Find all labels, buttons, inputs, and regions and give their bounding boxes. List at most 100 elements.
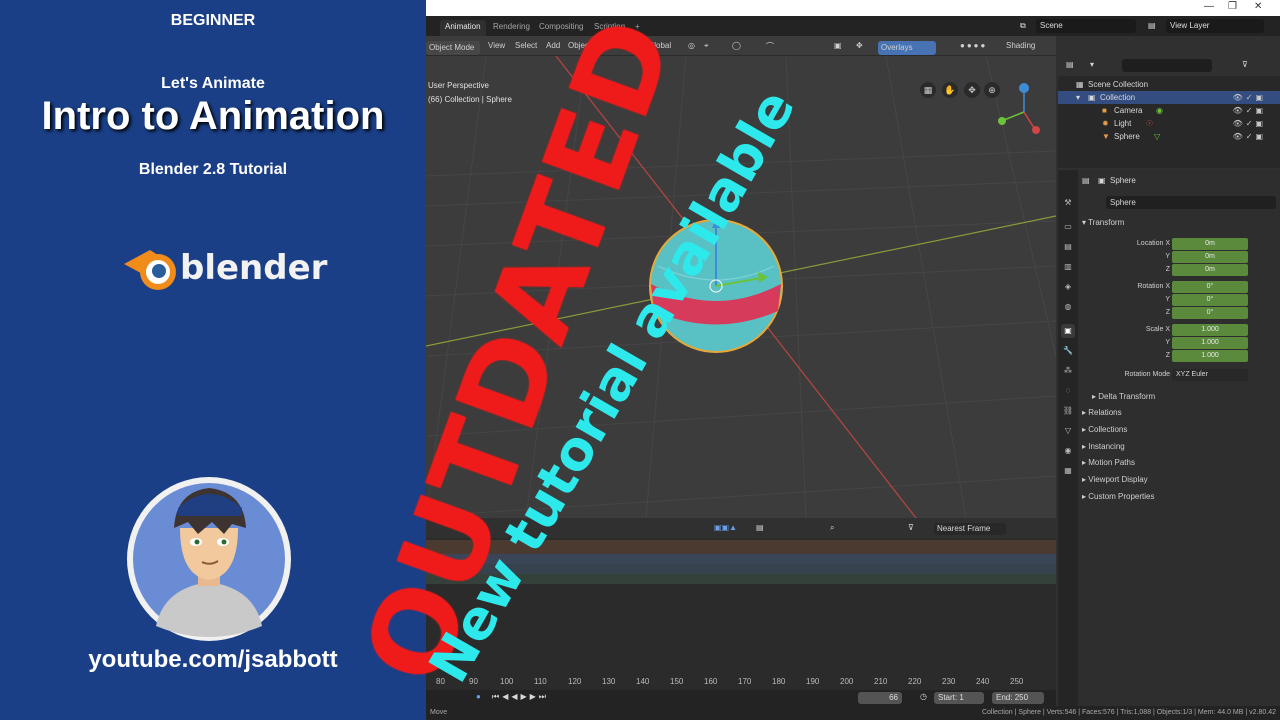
start-frame-field[interactable]: Start: 1 — [934, 692, 984, 704]
material-tab-icon[interactable]: ◉ — [1061, 444, 1075, 458]
delta-transform-header[interactable]: ▸ Delta Transform — [1092, 392, 1155, 401]
outliner-row-collection[interactable]: ▾ ▣ Collection 👁✓▣ — [1058, 91, 1280, 104]
location-y-field[interactable]: 0m — [1172, 251, 1248, 263]
playback-controls-icon[interactable]: ⏮◀◀▶▶⏭ — [492, 692, 549, 702]
mode-select[interactable]: Object Mode — [426, 41, 480, 55]
transform-panel-header[interactable]: ▾ Transform — [1082, 218, 1124, 227]
frame-tick: 210 — [874, 677, 888, 686]
tab-animation[interactable]: Animation — [440, 20, 486, 36]
view-object-types-icon[interactable]: ▣ — [834, 41, 842, 50]
panel-title: Collections — [1088, 425, 1128, 434]
end-frame-field[interactable]: End: 250 — [992, 692, 1044, 704]
constraints-tab-icon[interactable]: ⛓ — [1061, 404, 1075, 418]
keying-set-icon[interactable]: ▤ — [756, 523, 764, 532]
panel-collections[interactable]: ▸ Collections — [1082, 425, 1127, 434]
world-tab-icon[interactable]: ◍ — [1061, 300, 1075, 314]
falloff-icon[interactable]: ⌒ — [766, 41, 774, 52]
proportional-icon[interactable]: ◯ — [732, 41, 741, 50]
gizmo-icon[interactable]: ✥ — [856, 41, 863, 50]
rotation-mode-select[interactable]: XYZ Euler — [1172, 369, 1248, 381]
scale-x-field[interactable]: 1.000 — [1172, 324, 1248, 336]
location-x-field[interactable]: 0m — [1172, 238, 1248, 250]
object-tab-icon[interactable]: ▣ — [1061, 324, 1075, 338]
panel-title: Motion Paths — [1088, 458, 1135, 467]
view-layer-tab-icon[interactable]: ▥ — [1061, 260, 1075, 274]
location-z-label: Z — [1165, 266, 1170, 273]
rotation-y-field[interactable]: 0° — [1172, 294, 1248, 306]
visibility-icons[interactable]: 👁✓▣ — [1233, 117, 1266, 130]
current-frame-field[interactable]: 66 — [858, 692, 902, 704]
minimize-button[interactable]: — — [1204, 1, 1214, 12]
snap-select[interactable]: Nearest Frame — [934, 523, 1006, 535]
frame-tick: 180 — [772, 677, 786, 686]
panel-relations[interactable]: ▸ Relations — [1082, 408, 1122, 417]
texture-tab-icon[interactable]: ▦ — [1061, 464, 1075, 478]
frame-tick: 140 — [636, 677, 650, 686]
camera-view-icon[interactable]: ▦ — [920, 82, 936, 98]
menu-add[interactable]: Add — [546, 41, 560, 50]
pan-icon[interactable]: ✥ — [964, 82, 980, 98]
outliner-row-light[interactable]: ✹ Light ☉ 👁✓▣ — [1058, 117, 1280, 130]
physics-tab-icon[interactable]: ◌ — [1061, 384, 1075, 398]
outliner-row-camera[interactable]: ■ Camera ◉ 👁✓▣ — [1058, 104, 1280, 117]
panel-custom-properties[interactable]: ▸ Custom Properties — [1082, 492, 1155, 501]
rotation-y-label: Y — [1165, 296, 1170, 303]
scale-y-field[interactable]: 1.000 — [1172, 337, 1248, 349]
overlays-button[interactable]: Overlays — [878, 41, 936, 55]
panel-viewport-display[interactable]: ▸ Viewport Display — [1082, 475, 1148, 484]
tab-rendering[interactable]: Rendering — [488, 20, 535, 36]
zoom-icon[interactable]: ⊕ — [984, 82, 1000, 98]
lock-camera-icon[interactable]: ✋ — [942, 82, 958, 98]
frame-tick: 250 — [1010, 677, 1024, 686]
close-button[interactable]: ✕ — [1254, 1, 1262, 12]
end-label: End: — [996, 693, 1013, 702]
display-mode-icon[interactable]: ▤ — [1066, 60, 1074, 69]
rotation-x-field[interactable]: 0° — [1172, 281, 1248, 293]
modifier-tab-icon[interactable]: 🔧 — [1061, 344, 1075, 358]
output-tab-icon[interactable]: ▤ — [1061, 240, 1075, 254]
status-stats: Collection | Sphere | Verts:546 | Faces:… — [981, 709, 1276, 716]
editor-type-icon[interactable]: ▤ — [1082, 176, 1090, 185]
expand-icon[interactable]: ▾ — [1076, 91, 1080, 104]
funnel-icon[interactable]: ⊽ — [1242, 60, 1248, 69]
data-tab-icon[interactable]: ▽ — [1061, 424, 1075, 438]
transform-title: Transform — [1088, 218, 1125, 227]
outliner-row-scene-collection[interactable]: ▦ Scene Collection — [1058, 78, 1280, 91]
timeline-search-icon[interactable]: ⌕ — [830, 523, 834, 533]
frame-tick: 230 — [942, 677, 956, 686]
filter-icon[interactable]: ⊽ — [908, 523, 914, 532]
visibility-icons[interactable]: 👁✓▣ — [1233, 130, 1266, 143]
mesh-data-icon: ▽ — [1154, 132, 1161, 141]
scale-z-field[interactable]: 1.000 — [1172, 350, 1248, 362]
properties-panel: ▤ ▣ Sphere Sphere ▾ Transform Location X… — [1078, 170, 1280, 720]
rotation-mode-label: Rotation Mode — [1124, 371, 1170, 378]
rotation-z-field[interactable]: 0° — [1172, 307, 1248, 319]
menu-view[interactable]: View — [488, 41, 505, 50]
outliner-row-sphere[interactable]: ▼ Sphere ▽ 👁✓▣ — [1058, 130, 1280, 143]
scene-tab-icon[interactable]: ◈ — [1061, 280, 1075, 294]
menu-select[interactable]: Select — [515, 41, 537, 50]
preview-range-icon[interactable]: ◷ — [920, 692, 927, 701]
tool-tab-icon[interactable]: ⚒ — [1061, 196, 1075, 210]
shading-button[interactable]: Shading — [1006, 41, 1035, 50]
panel-instancing[interactable]: ▸ Instancing — [1082, 442, 1125, 451]
scene-field[interactable]: Scene — [1036, 19, 1136, 33]
outliner-search-input[interactable] — [1122, 59, 1212, 72]
visibility-icons[interactable]: 👁✓▣ — [1233, 91, 1266, 104]
location-z-field[interactable]: 0m — [1172, 264, 1248, 276]
filter-icon[interactable]: ▾ — [1090, 60, 1094, 69]
panel-motion-paths[interactable]: ▸ Motion Paths — [1082, 458, 1135, 467]
maximize-button[interactable]: ❐ — [1228, 1, 1237, 12]
scale-y-label: Y — [1165, 339, 1170, 346]
axis-navigation-gizmo[interactable] — [998, 83, 1040, 134]
snap-icon[interactable]: ⌖ — [704, 41, 709, 51]
view-layer-field[interactable]: View Layer — [1166, 19, 1264, 33]
record-icon[interactable]: ● — [476, 692, 481, 701]
object-name-field[interactable]: Sphere — [1106, 196, 1276, 209]
rotation-x-label: Rotation X — [1137, 283, 1170, 290]
particles-tab-icon[interactable]: ⁂ — [1061, 364, 1075, 378]
shading-modes-icon[interactable]: ●●●● — [960, 41, 987, 50]
render-tab-icon[interactable]: ▭ — [1061, 220, 1075, 234]
visibility-icons[interactable]: 👁✓▣ — [1233, 104, 1266, 117]
keying-icons[interactable]: ▣▣▲ — [714, 523, 737, 532]
